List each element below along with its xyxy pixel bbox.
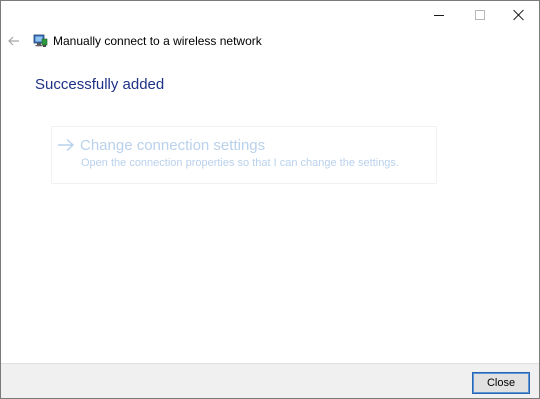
page-heading: Successfully added bbox=[35, 76, 165, 93]
close-button[interactable]: Close bbox=[472, 372, 530, 394]
maximize-icon bbox=[475, 10, 485, 20]
arrow-right-icon bbox=[58, 138, 75, 152]
wireless-network-icon bbox=[33, 34, 48, 47]
command-link-description: Open the connection properties so that I… bbox=[81, 157, 399, 169]
command-link-title: Change connection settings bbox=[80, 137, 266, 154]
change-connection-settings-link[interactable]: Change connection settings Open the conn… bbox=[51, 126, 437, 184]
wizard-title: Manually connect to a wireless network bbox=[53, 34, 262, 48]
wizard-window: Manually connect to a wireless network S… bbox=[0, 0, 540, 399]
back-button[interactable] bbox=[5, 32, 23, 50]
footer-bar: Close bbox=[1, 363, 539, 398]
minimize-button[interactable] bbox=[416, 1, 462, 29]
close-window-button[interactable] bbox=[496, 1, 540, 29]
minimize-icon bbox=[434, 14, 444, 16]
close-icon bbox=[513, 9, 525, 21]
back-arrow-icon bbox=[8, 36, 19, 46]
